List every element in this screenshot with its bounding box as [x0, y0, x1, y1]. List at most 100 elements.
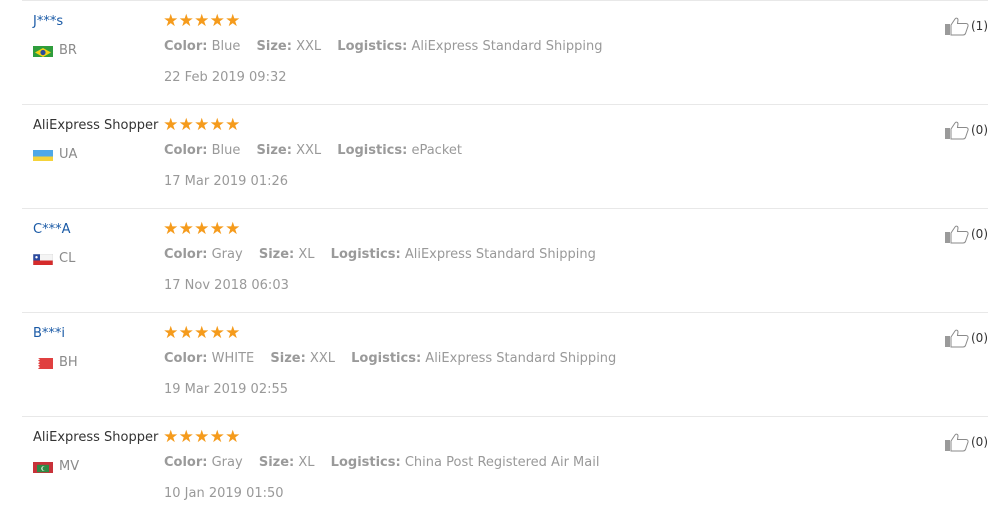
- order-attributes: Color: Blue Size: XXL Logistics: ePacket: [164, 143, 462, 158]
- star-icon: ★: [225, 115, 241, 135]
- logistics-label: Logistics:: [337, 39, 408, 54]
- size-value: XL: [298, 247, 315, 262]
- country-code: UA: [59, 146, 78, 162]
- size-label: Size:: [270, 351, 306, 366]
- color-label: Color:: [164, 351, 208, 366]
- star-icon: ★: [163, 11, 179, 31]
- brazil-flag-icon: [33, 44, 53, 57]
- country-code: BH: [59, 354, 78, 370]
- order-attributes: Color: Gray Size: XL Logistics: China Po…: [164, 455, 599, 470]
- star-icon: ★: [163, 323, 179, 343]
- helpful-count: (1): [971, 19, 988, 33]
- helpful-button[interactable]: (0): [944, 224, 988, 244]
- buyer-country: CL: [33, 250, 75, 266]
- helpful-count: (0): [971, 227, 988, 241]
- order-attributes: Color: Gray Size: XL Logistics: AliExpre…: [164, 247, 596, 262]
- logistics-value: ePacket: [411, 143, 462, 158]
- star-icon: ★: [209, 115, 225, 135]
- color-value: WHITE: [211, 351, 255, 366]
- star-icon: ★: [178, 323, 194, 343]
- logistics-label: Logistics:: [330, 455, 401, 470]
- star-rating: ★ ★ ★ ★ ★: [163, 220, 241, 238]
- logistics-label: Logistics:: [337, 143, 408, 158]
- star-icon: ★: [225, 323, 241, 343]
- review-separator: [22, 0, 988, 1]
- helpful-button[interactable]: (0): [944, 328, 988, 348]
- star-icon: ★: [163, 427, 179, 447]
- helpful-button[interactable]: (1): [944, 16, 988, 36]
- logistics-value: AliExpress Standard Shipping: [404, 247, 596, 262]
- review-item: B***i BH ★ ★ ★ ★ ★ Color: WHITE Size: XX…: [0, 312, 1000, 416]
- review-item: J***s BR ★ ★ ★ ★ ★ Color: Blue Size: XXL…: [0, 0, 1000, 104]
- color-value: Gray: [211, 455, 243, 470]
- color-label: Color:: [164, 39, 208, 54]
- star-icon: ★: [209, 323, 225, 343]
- star-icon: ★: [178, 219, 194, 239]
- star-icon: ★: [194, 11, 210, 31]
- thumbs-up-icon: [944, 432, 970, 452]
- logistics-value: AliExpress Standard Shipping: [411, 39, 603, 54]
- color-label: Color:: [164, 143, 208, 158]
- size-value: XXL: [296, 39, 322, 54]
- logistics-label: Logistics:: [330, 247, 401, 262]
- size-label: Size:: [256, 143, 292, 158]
- review-separator: [22, 416, 988, 417]
- buyer-country: BH: [33, 354, 78, 370]
- thumbs-up-icon: [944, 16, 970, 36]
- star-icon: ★: [194, 323, 210, 343]
- size-value: XXL: [296, 143, 322, 158]
- buyer-name: B***i: [33, 326, 66, 341]
- star-icon: ★: [178, 115, 194, 135]
- helpful-count: (0): [971, 331, 988, 345]
- color-label: Color:: [164, 247, 208, 262]
- order-attributes: Color: Blue Size: XXL Logistics: AliExpr…: [164, 39, 602, 54]
- logistics-value: AliExpress Standard Shipping: [425, 351, 617, 366]
- review-item: AliExpress Shopper MV ★ ★ ★ ★ ★ Color: G…: [0, 416, 1000, 509]
- star-icon: ★: [209, 427, 225, 447]
- bahrain-flag-icon: [33, 356, 53, 369]
- star-icon: ★: [178, 11, 194, 31]
- star-icon: ★: [194, 427, 210, 447]
- review-date: 17 Nov 2018 06:03: [164, 278, 289, 293]
- star-icon: ★: [194, 115, 210, 135]
- review-item: AliExpress Shopper UA ★ ★ ★ ★ ★ Color: B…: [0, 104, 1000, 208]
- review-separator: [22, 312, 988, 313]
- size-label: Size:: [258, 455, 295, 470]
- star-rating: ★ ★ ★ ★ ★: [163, 12, 241, 30]
- thumbs-up-icon: [944, 224, 970, 244]
- country-code: BR: [59, 42, 77, 58]
- order-attributes: Color: WHITE Size: XXL Logistics: AliExp…: [164, 351, 616, 366]
- color-value: Blue: [211, 39, 241, 54]
- review-date: 19 Mar 2019 02:55: [164, 382, 289, 397]
- star-icon: ★: [225, 219, 241, 239]
- review-list: J***s BR ★ ★ ★ ★ ★ Color: Blue Size: XXL…: [0, 0, 1000, 509]
- star-icon: ★: [209, 11, 225, 31]
- review-date: 17 Mar 2019 01:26: [164, 174, 289, 189]
- review-date: 22 Feb 2019 09:32: [164, 70, 287, 85]
- star-rating: ★ ★ ★ ★ ★: [163, 116, 241, 134]
- thumbs-up-icon: [944, 328, 970, 348]
- star-icon: ★: [194, 219, 210, 239]
- helpful-count: (0): [971, 123, 988, 137]
- color-value: Gray: [211, 247, 243, 262]
- color-value: Blue: [211, 143, 241, 158]
- country-code: MV: [59, 458, 80, 474]
- thumbs-up-icon: [944, 120, 970, 140]
- review-separator: [22, 208, 988, 209]
- review-separator: [22, 104, 988, 105]
- size-value: XXL: [309, 351, 335, 366]
- logistics-value: China Post Registered Air Mail: [404, 455, 600, 470]
- star-icon: ★: [225, 427, 241, 447]
- size-label: Size:: [258, 247, 295, 262]
- size-value: XL: [298, 455, 315, 470]
- helpful-button[interactable]: (0): [944, 120, 988, 140]
- star-icon: ★: [209, 219, 225, 239]
- buyer-country: MV: [33, 458, 79, 474]
- buyer-name: AliExpress Shopper: [33, 118, 159, 133]
- ukraine-flag-icon: [33, 148, 53, 161]
- review-date: 10 Jan 2019 01:50: [164, 486, 284, 501]
- review-item: C***A CL ★ ★ ★ ★ ★ Color: Gray Size: XL …: [0, 208, 1000, 312]
- chile-flag-icon: [33, 252, 53, 265]
- buyer-name: AliExpress Shopper: [33, 430, 159, 445]
- helpful-button[interactable]: (0): [944, 432, 988, 452]
